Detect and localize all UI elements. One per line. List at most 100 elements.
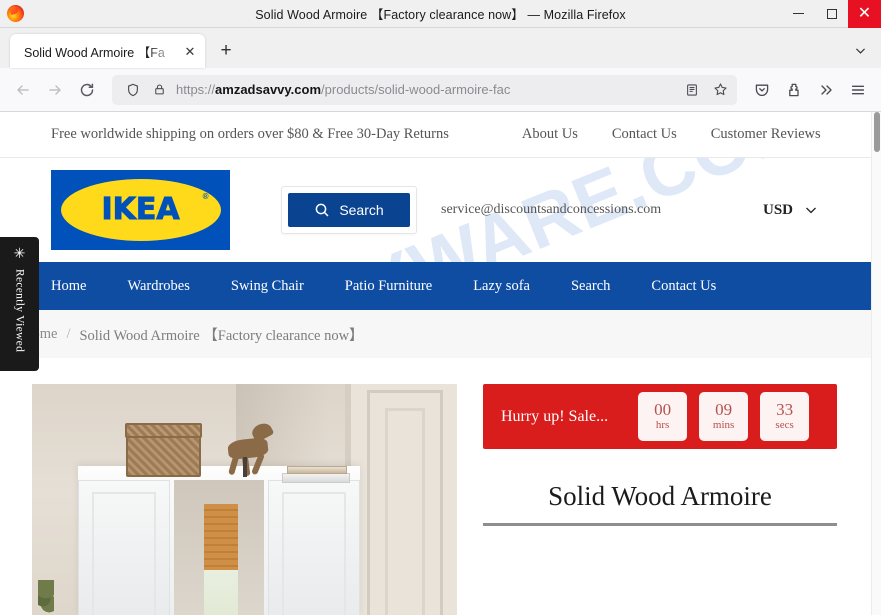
sale-message: Hurry up! Sale... (501, 407, 609, 425)
close-window-button[interactable]: ✕ (848, 0, 881, 28)
wand-sparkle-icon: ✳ (13, 245, 26, 261)
countdown-hours-value: 00 (654, 399, 672, 419)
countdown-seconds-value: 33 (776, 399, 794, 419)
bookmark-star-icon[interactable] (707, 77, 733, 103)
stacked-books-lower (282, 473, 350, 483)
nav-item-swing-chair[interactable]: Swing Chair (231, 278, 304, 295)
product-section: Hurry up! Sale... 00 hrs 09 mins 33 secs… (0, 358, 871, 615)
search-button-label: Search (339, 202, 384, 218)
url-domain: amzadsavvy.com (215, 82, 322, 97)
sale-countdown-bar: Hurry up! Sale... 00 hrs 09 mins 33 secs (483, 384, 837, 449)
countdown-hours: 00 hrs (638, 392, 688, 441)
nav-item-wardrobes[interactable]: Wardrobes (127, 278, 189, 295)
recently-viewed-label: Recently Viewed (13, 269, 26, 353)
recently-viewed-tab[interactable]: ✳ Recently Viewed (0, 237, 39, 371)
window-light (204, 570, 238, 615)
window-titlebar: Solid Wood Armoire 【Factory clearance no… (0, 0, 881, 28)
stacked-books-upper (287, 466, 347, 474)
breadcrumb-separator: / (66, 325, 71, 342)
close-tab-icon[interactable]: ✕ (181, 42, 199, 60)
nav-item-contact-us[interactable]: Contact Us (651, 278, 716, 295)
countdown-minutes-unit: mins (712, 418, 735, 431)
ikea-logo[interactable]: IKEA ® (51, 170, 230, 250)
browser-window: Solid Wood Armoire 【Factory clearance no… (0, 0, 881, 615)
breadcrumb: Home / Solid Wood Armoire 【Factory clear… (22, 324, 364, 345)
forward-button[interactable] (40, 75, 70, 105)
logo-wordmark: IKEA (101, 192, 180, 227)
page-scrollbar[interactable] (871, 112, 881, 615)
nav-item-patio-furniture[interactable]: Patio Furniture (345, 278, 432, 295)
countdown-seconds-unit: secs (775, 418, 794, 431)
cabinet-door-left (78, 480, 170, 615)
tab-title: Solid Wood Armoire 【Fa (24, 45, 165, 60)
window-controls: ✕ (782, 0, 881, 28)
wicker-basket (125, 423, 202, 477)
link-customer-reviews[interactable]: Customer Reviews (711, 126, 821, 143)
list-all-tabs-icon[interactable] (845, 36, 875, 64)
countdown-minutes-value: 09 (715, 399, 733, 419)
browser-tab[interactable]: Solid Wood Armoire 【Fa ✕ (10, 34, 205, 68)
navigation-toolbar: https://amzadsavvy.com/products/solid-wo… (0, 68, 881, 112)
minimize-button[interactable] (782, 0, 815, 28)
currency-selector[interactable]: USD (763, 202, 819, 219)
nav-item-lazy-sofa[interactable]: Lazy sofa (473, 278, 530, 295)
utility-links: About Us Contact Us Customer Reviews (522, 126, 821, 143)
chevron-down-icon (806, 207, 816, 214)
page-viewport: MYANTISPYWARE.COM Free worldwide shippin… (0, 112, 881, 615)
reload-button[interactable] (72, 75, 102, 105)
reader-view-icon[interactable] (679, 77, 705, 103)
search-button[interactable]: Search (288, 193, 410, 227)
product-image[interactable] (32, 384, 457, 615)
pocket-save-icon[interactable] (747, 75, 777, 105)
firefox-logo-icon (7, 5, 24, 22)
product-details: Hurry up! Sale... 00 hrs 09 mins 33 secs… (483, 384, 871, 615)
product-title: Solid Wood Armoire (548, 481, 772, 511)
tab-strip: Solid Wood Armoire 【Fa ✕ + (0, 28, 881, 68)
main-navigation: Home Wardrobes Swing Chair Patio Furnitu… (0, 262, 871, 310)
cabinet-door-right (268, 480, 360, 615)
nav-item-home[interactable]: Home (51, 278, 86, 295)
link-about-us[interactable]: About Us (522, 126, 578, 143)
countdown-seconds: 33 secs (760, 392, 810, 441)
minimize-icon (793, 12, 804, 15)
armoire-cabinet (78, 466, 360, 615)
url-path: /products/solid-wood-armoire-fac (321, 82, 511, 97)
back-button[interactable] (8, 75, 38, 105)
new-tab-button[interactable]: + (211, 36, 241, 66)
countdown-timers: 00 hrs 09 mins 33 secs (638, 392, 810, 441)
url-scheme: https:// (176, 82, 216, 97)
announcement-bar: Free worldwide shipping on orders over $… (0, 112, 871, 158)
maximize-icon (826, 8, 837, 19)
overflow-chevrons-icon[interactable] (811, 75, 841, 105)
countdown-hours-unit: hrs (655, 418, 670, 431)
extensions-icon[interactable] (779, 75, 809, 105)
title-divider (483, 523, 837, 526)
url-bar[interactable]: https://amzadsavvy.com/products/solid-wo… (112, 74, 737, 105)
registered-trademark-icon: ® (202, 192, 209, 201)
contact-email[interactable]: service@discountsandconcessions.com (441, 202, 661, 218)
cabinet-open-section (174, 480, 264, 615)
scrollbar-thumb[interactable] (874, 112, 880, 152)
horse-figurine (222, 420, 280, 477)
search-icon (315, 203, 329, 217)
window-title: Solid Wood Armoire 【Factory clearance no… (255, 8, 626, 22)
nav-item-search[interactable]: Search (571, 278, 610, 295)
site-header: IKEA ® Search service@discountsandconces… (0, 158, 871, 262)
breadcrumb-bar: Home / Solid Wood Armoire 【Factory clear… (0, 310, 871, 358)
maximize-button[interactable] (815, 0, 848, 28)
shield-icon[interactable] (120, 77, 146, 103)
window-blind (204, 504, 238, 570)
breadcrumb-current: Solid Wood Armoire 【Factory clearance no… (79, 327, 364, 344)
shipping-message: Free worldwide shipping on orders over $… (51, 126, 449, 142)
app-menu-icon[interactable] (843, 75, 873, 105)
countdown-minutes: 09 mins (699, 392, 749, 441)
currency-value: USD (762, 201, 793, 218)
close-icon: ✕ (857, 4, 872, 22)
plant (38, 580, 54, 614)
url-text[interactable]: https://amzadsavvy.com/products/solid-wo… (172, 82, 679, 97)
link-contact-us[interactable]: Contact Us (612, 126, 677, 143)
search-container: Search (281, 186, 417, 234)
logo-oval: IKEA ® (60, 179, 221, 241)
door-frame (345, 384, 457, 615)
lock-icon[interactable] (146, 77, 172, 103)
